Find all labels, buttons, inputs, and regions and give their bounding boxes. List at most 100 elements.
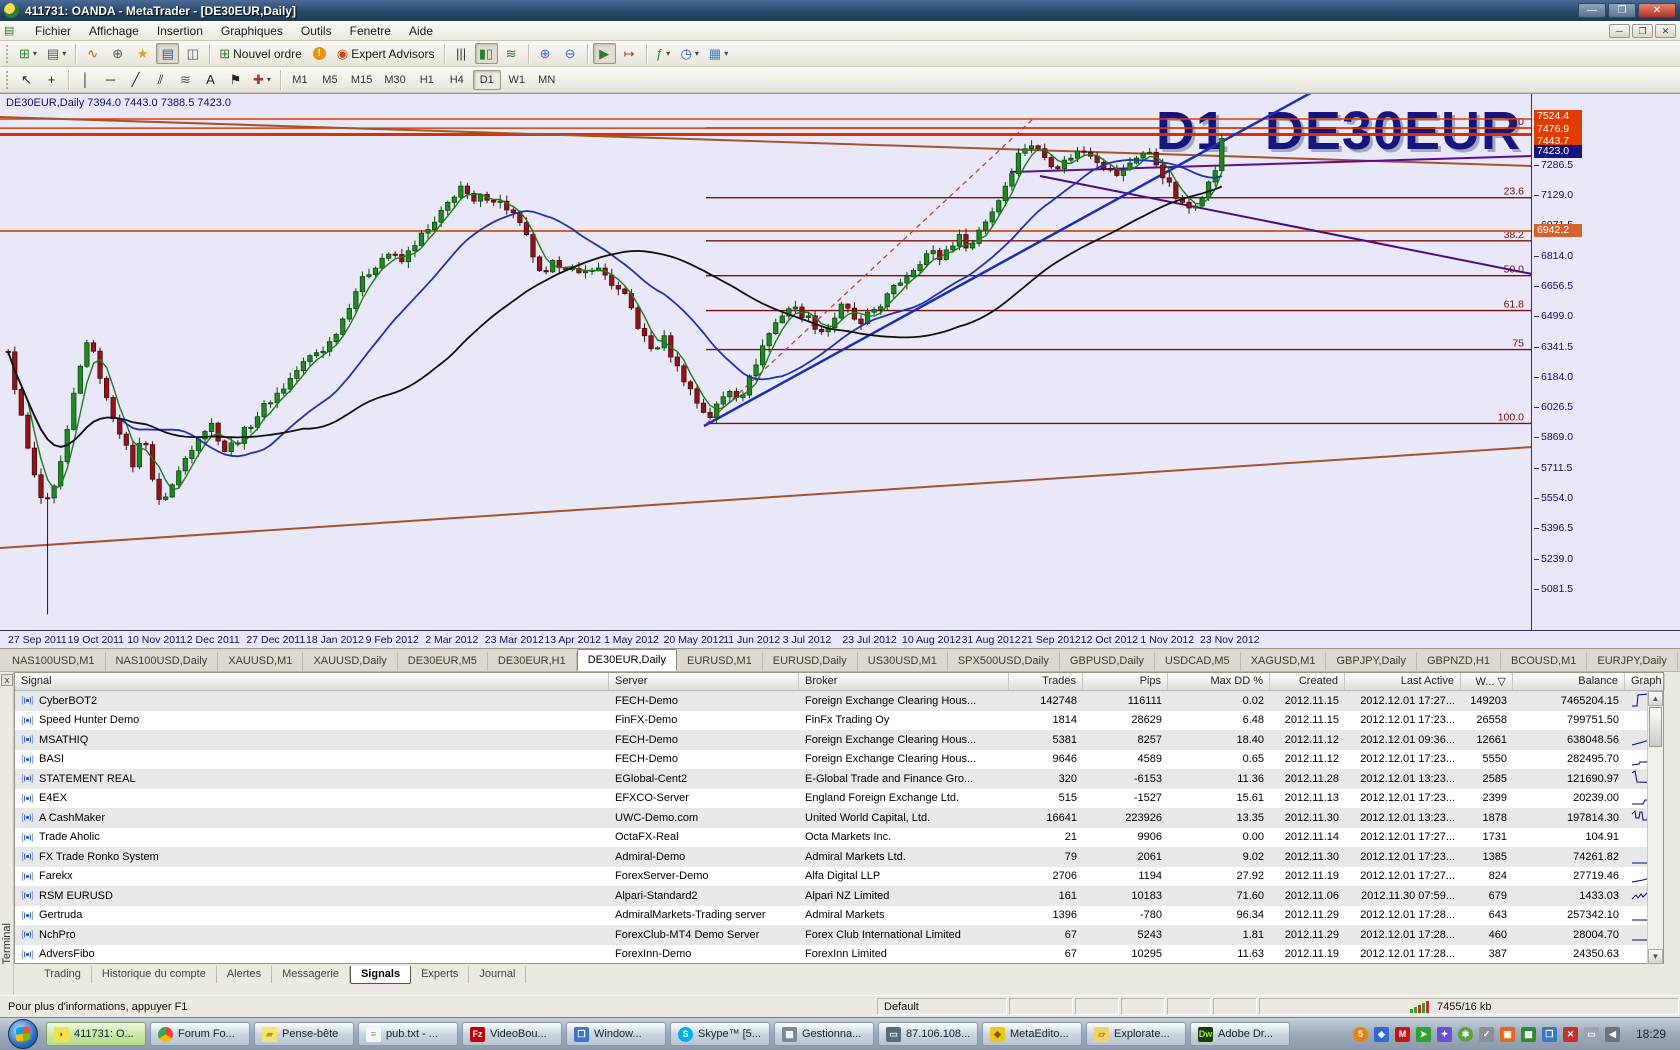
taskbar-button-videobou-[interactable]: FzVideoBou... xyxy=(462,1022,562,1046)
line-chart-button[interactable]: ≋ xyxy=(500,43,523,64)
support-line-brown[interactable] xyxy=(0,447,1532,548)
table-row[interactable]: NchProForexClub-MT4 Demo ServerForex Clu… xyxy=(15,925,1663,945)
tick-chart-button[interactable]: ∿ xyxy=(81,43,104,64)
zoom-in-button[interactable]: ⊕ xyxy=(534,43,557,64)
minimize-button[interactable]: — xyxy=(1578,3,1606,18)
terminal-tab-trading[interactable]: Trading xyxy=(34,966,92,983)
chart-tab-de30eur-daily[interactable]: DE30EUR,Daily xyxy=(577,649,677,671)
scroll-down-button[interactable]: ▼ xyxy=(1648,949,1663,964)
table-row[interactable]: E4EXEFXCO-ServerEngland Foreign Exchange… xyxy=(15,789,1663,809)
favorites-button[interactable]: ★ xyxy=(131,43,154,64)
taskbar-button-window-[interactable]: ❒Window... xyxy=(566,1022,666,1046)
child-close-button[interactable]: ✕ xyxy=(1655,24,1676,38)
table-row[interactable]: A CashMakerUWC-Demo.comUnited World Capi… xyxy=(15,808,1663,828)
child-restore-button[interactable]: ❐ xyxy=(1632,24,1653,38)
chart-tab-nas100usd-daily[interactable]: NAS100USD,Daily xyxy=(106,652,219,671)
menu-affichage[interactable]: Affichage xyxy=(80,22,148,40)
taskbar-button-explorate-[interactable]: ▱Explorate... xyxy=(1086,1022,1186,1046)
taskbar-button-pense-b-te[interactable]: ▰Pense-bête xyxy=(254,1022,354,1046)
new-order-button[interactable]: ⊞Nouvel ordre xyxy=(215,43,306,64)
taskbar-button-skype-5-[interactable]: SSkype™ [5... xyxy=(670,1022,770,1046)
terminal-tab-journal[interactable]: Journal xyxy=(469,966,526,983)
terminal-tab-messagerie[interactable]: Messagerie xyxy=(272,966,350,983)
column-header-balance[interactable]: Balance xyxy=(1513,673,1625,690)
fibonacci-button[interactable]: ≋ xyxy=(174,69,197,90)
timeframe-h1[interactable]: H1 xyxy=(413,70,441,90)
tray-security-icon[interactable]: ✕ xyxy=(1563,1027,1578,1042)
table-row[interactable]: FX Trade Ronko SystemAdmiral-DemoAdmiral… xyxy=(15,847,1663,867)
timeframe-d1[interactable]: D1 xyxy=(473,70,501,90)
timeframe-m1[interactable]: M1 xyxy=(286,70,314,90)
terminal-tab-historique-du-compte[interactable]: Historique du compte xyxy=(92,966,217,983)
new-chart-button[interactable]: ⊞▾ xyxy=(15,43,41,64)
chart-tab-usdcad-m5[interactable]: USDCAD,M5 xyxy=(1155,652,1241,671)
menu-graphiques[interactable]: Graphiques xyxy=(212,22,292,40)
chart-tab-gbpnzd-h1[interactable]: GBPNZD,H1 xyxy=(1417,652,1501,671)
auto-scroll-button[interactable]: ▶ xyxy=(593,43,616,64)
table-row[interactable]: RSM EURUSDAlpari-Standard2Alpari NZ Limi… xyxy=(15,886,1663,906)
tray-adobe-icon[interactable]: M xyxy=(1395,1027,1410,1042)
tray-vmware-icon[interactable]: ▦ xyxy=(1521,1027,1536,1042)
tray-blue-diamond-icon[interactable]: ◆ xyxy=(1374,1027,1389,1042)
toolbar-grip[interactable] xyxy=(6,45,11,63)
table-row[interactable]: Speed Hunter DemoFinFX-DemoFinFx Trading… xyxy=(15,711,1663,731)
terminal-tab-experts[interactable]: Experts xyxy=(411,966,469,983)
resistance-line-brown[interactable] xyxy=(0,117,1532,166)
tray-usb-icon[interactable]: ✓ xyxy=(1479,1027,1494,1042)
child-minimize-button[interactable]: ─ xyxy=(1609,24,1630,38)
terminal-tab-alertes[interactable]: Alertes xyxy=(217,966,272,983)
chart-plot[interactable]: D1 DE30EUR 0.023.638.250.061.875100.0 DE… xyxy=(0,94,1532,631)
chart-tab-xauusd-m1[interactable]: XAUUSD,M1 xyxy=(218,652,303,671)
chart-tab-eurusd-daily[interactable]: EURUSD,Daily xyxy=(763,652,858,671)
taskbar-button-411731-o-[interactable]: ◗411731: O... xyxy=(46,1022,146,1046)
chart-tab-xauusd-daily[interactable]: XAUUSD,Daily xyxy=(303,652,397,671)
table-row[interactable]: Trade AholicOctaFX-RealOcta Markets Inc.… xyxy=(15,828,1663,848)
taskbar-button-87-106-108-[interactable]: ▭87.106.108... xyxy=(878,1022,978,1046)
chart-tab-spx500usd-daily[interactable]: SPX500USD,Daily xyxy=(948,652,1060,671)
data-window-button[interactable]: ◫ xyxy=(181,43,204,64)
scroll-up-button[interactable]: ▲ xyxy=(1648,691,1663,706)
table-row[interactable]: CyberBOT2FECH-DemoForeign Exchange Clear… xyxy=(15,691,1663,711)
vertical-line-button[interactable]: │ xyxy=(74,69,97,90)
tray-photo-icon[interactable]: ▣ xyxy=(1500,1027,1515,1042)
column-header-graph[interactable]: Graph xyxy=(1625,673,1665,690)
chart-tab-us30usd-m1[interactable]: US30USD,M1 xyxy=(858,652,948,671)
market-watch-button[interactable]: ▤ xyxy=(156,43,179,64)
tray-network-icon[interactable]: ▭ xyxy=(1584,1027,1599,1042)
tray-update-icon[interactable]: ✱ xyxy=(1458,1027,1473,1042)
taskbar-button-pub-txt-[interactable]: ≡pub.txt - ... xyxy=(358,1022,458,1046)
taskbar-button-metaedito-[interactable]: ◆MetaEdito... xyxy=(982,1022,1082,1046)
text-button[interactable]: A xyxy=(199,69,222,90)
text-label-button[interactable]: ⚑ xyxy=(224,69,247,90)
start-button[interactable] xyxy=(8,1019,38,1049)
taskbar-button-gestionna-[interactable]: ▦Gestionna... xyxy=(774,1022,874,1046)
table-row[interactable]: GertrudaAdmiralMarkets-Trading serverAdm… xyxy=(15,906,1663,926)
equidistant-channel-button[interactable]: ⫽ xyxy=(149,69,172,90)
timeframe-m15[interactable]: M15 xyxy=(346,70,377,90)
chart-shift-button[interactable]: ↦ xyxy=(618,43,641,64)
candlestick-chart-button[interactable]: ▮▯ xyxy=(475,43,498,64)
column-header-signal[interactable]: Signal xyxy=(15,673,609,690)
zoom-out-button[interactable]: ⊖ xyxy=(559,43,582,64)
trendline-button[interactable]: ╱ xyxy=(124,69,147,90)
profiles-button[interactable]: ▤▾ xyxy=(43,43,70,64)
table-row[interactable]: AdversFiboForexInn-DemoForexInn Limited6… xyxy=(15,945,1663,965)
column-header-last-active[interactable]: Last Active xyxy=(1345,673,1461,690)
table-scrollbar[interactable]: ▲ ▼ xyxy=(1647,691,1663,964)
taskbar-clock[interactable]: 18:29 xyxy=(1630,1027,1680,1041)
timeframe-h4[interactable]: H4 xyxy=(443,70,471,90)
expert-advisors-button[interactable]: ◉Expert Advisors xyxy=(333,43,439,64)
toolbar-grip[interactable] xyxy=(6,71,11,89)
table-row[interactable]: STATEMENT REALEGlobal-Cent2E-Global Trad… xyxy=(15,769,1663,789)
chart-tab-de30eur-m5[interactable]: DE30EUR,M5 xyxy=(398,652,488,671)
tray-hp-icon[interactable]: ✦ xyxy=(1437,1027,1452,1042)
terminal-tab-signals[interactable]: Signals xyxy=(350,966,411,984)
menu-insertion[interactable]: Insertion xyxy=(148,22,212,40)
chart-tab-nas100usd-m1[interactable]: NAS100USD,M1 xyxy=(2,652,106,671)
timeframe-m30[interactable]: M30 xyxy=(379,70,410,90)
arrows-button[interactable]: ✚▾ xyxy=(249,69,275,90)
ma-medium-line[interactable] xyxy=(8,160,1222,457)
chart-tab-gbpusd-daily[interactable]: GBPUSD,Daily xyxy=(1060,652,1155,671)
chart-tab-bcousd-m1[interactable]: BCOUSD,M1 xyxy=(1501,652,1587,671)
alert-button[interactable]: ! xyxy=(308,43,331,64)
